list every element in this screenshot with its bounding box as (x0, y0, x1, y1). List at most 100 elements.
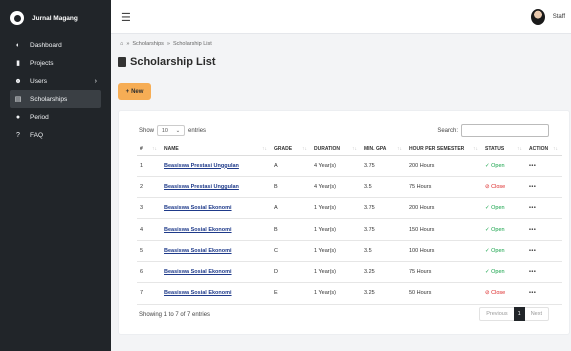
cell-name: Beasiswa Sosial Ekonomi (161, 218, 271, 241)
scholarship-table: # ↑↓ NAME ↑↓ GRADE ↑↓ DURATION ↑↓ MIN. GPA ↑… (137, 143, 562, 305)
hamburger-menu-icon[interactable]: ☰ (121, 11, 131, 24)
avatar[interactable] (531, 9, 545, 25)
sidebar-item-faq[interactable]: ? FAQ (10, 126, 101, 144)
cell-gpa: 3.5 (361, 176, 406, 199)
cell-hours: 200 Hours (406, 197, 482, 220)
table-row: 4 Beasiswa Sosial Ekonomi B 1 Year(s) 3.… (137, 218, 562, 241)
cell-status: ✓ Open (482, 218, 526, 241)
faq-icon: ? (16, 131, 20, 139)
column-header-hours[interactable]: HOUR PER SEMESTER ↑↓ (406, 143, 482, 156)
cell-grade: A (271, 155, 311, 177)
check-icon: ✓ (485, 269, 490, 276)
breadcrumb-item-scholarships[interactable]: Scholarships (132, 41, 164, 47)
table-row: 6 Beasiswa Sosial Ekonomi D 1 Year(s) 3.… (137, 261, 562, 284)
check-icon: ✓ (485, 162, 490, 169)
cell-hours: 150 Hours (406, 218, 482, 241)
cell-status: ✓ Open (482, 197, 526, 220)
brand[interactable]: Jurnal Magang (0, 0, 111, 36)
table-row: 2 Beasiswa Prestasi Unggulan B 4 Year(s)… (137, 176, 562, 199)
cell-hours: 100 Hours (406, 240, 482, 262)
table-row: 3 Beasiswa Sosial Ekonomi A 1 Year(s) 3.… (137, 197, 562, 220)
column-header-name[interactable]: NAME ↑↓ (161, 143, 271, 156)
scholarship-name-link[interactable]: Beasiswa Sosial Ekonomi (164, 269, 232, 275)
cell-duration: 1 Year(s) (311, 218, 361, 241)
breadcrumb: ⌂ » Scholarships » Scholarship List (120, 41, 212, 47)
action-menu-icon[interactable]: ••• (526, 197, 562, 220)
cell-status: ⊘ Close (482, 282, 526, 305)
action-menu-icon[interactable]: ••• (526, 261, 562, 284)
cell-no: 2 (137, 176, 161, 199)
cell-name: Beasiswa Sosial Ekonomi (161, 197, 271, 220)
pagination: Previous 1 Next (479, 307, 549, 321)
cell-gpa: 3.75 (361, 197, 406, 220)
action-menu-icon[interactable]: ••• (526, 155, 562, 177)
sidebar-item-dashboard[interactable]: ◐ Dashboard (10, 36, 101, 54)
sidebar-item-label: Scholarships (30, 95, 68, 103)
scholarship-name-link[interactable]: Beasiswa Sosial Ekonomi (164, 248, 232, 254)
action-menu-icon[interactable]: ••• (526, 218, 562, 241)
pagination-page-current[interactable]: 1 (513, 307, 525, 321)
column-header-duration[interactable]: DURATION ↑↓ (311, 143, 361, 156)
scholarship-name-link[interactable]: Beasiswa Sosial Ekonomi (164, 290, 232, 296)
sidebar-item-projects[interactable]: ▮ Projects (10, 54, 101, 72)
cell-hours: 200 Hours (406, 155, 482, 177)
action-menu-icon[interactable]: ••• (526, 176, 562, 199)
cell-duration: 1 Year(s) (311, 261, 361, 284)
cell-status: ✓ Open (482, 240, 526, 262)
column-header-no[interactable]: # ↑↓ (137, 143, 161, 156)
column-header-status[interactable]: STATUS ↑↓ (482, 143, 526, 156)
new-button[interactable]: + New (118, 83, 151, 100)
cell-duration: 1 Year(s) (311, 197, 361, 220)
column-header-action[interactable]: ACTION ↑↓ (526, 143, 562, 156)
cell-duration: 4 Year(s) (311, 176, 361, 199)
table-info: Showing 1 to 7 of 7 entries (139, 312, 211, 318)
column-header-min-gpa[interactable]: MIN. GPA ↑↓ (361, 143, 406, 156)
cell-status: ✓ Open (482, 261, 526, 284)
topbar: ☰ Staff (111, 0, 571, 34)
page-title-text: Scholarship List (130, 56, 216, 68)
sidebar-item-period[interactable]: ● Period (10, 108, 101, 126)
brand-logo-icon (10, 11, 24, 25)
scholarship-name-link[interactable]: Beasiswa Sosial Ekonomi (164, 227, 232, 233)
cell-gpa: 3.25 (361, 261, 406, 284)
table-header-row: # ↑↓ NAME ↑↓ GRADE ↑↓ DURATION ↑↓ MIN. GPA ↑… (137, 143, 562, 156)
scholarship-name-link[interactable]: Beasiswa Sosial Ekonomi (164, 205, 232, 211)
cell-grade: B (271, 218, 311, 241)
ban-icon: ⊘ (485, 183, 490, 190)
cell-name: Beasiswa Sosial Ekonomi (161, 261, 271, 284)
check-icon: ✓ (485, 247, 490, 254)
cell-no: 6 (137, 261, 161, 284)
cell-gpa: 3.75 (361, 155, 406, 177)
cell-grade: C (271, 240, 311, 262)
search-input[interactable] (461, 124, 549, 137)
search-label: Search: (437, 127, 458, 134)
scholarship-name-link[interactable]: Beasiswa Prestasi Unggulan (164, 163, 239, 169)
cell-duration: 1 Year(s) (311, 282, 361, 305)
page-length-select[interactable]: 10 ⌄ (157, 125, 186, 136)
home-icon[interactable]: ⌂ (120, 41, 123, 47)
page-length-control: Show 10 ⌄ entries (139, 125, 206, 136)
check-icon: ✓ (485, 226, 490, 233)
cell-duration: 4 Year(s) (311, 155, 361, 177)
cell-no: 4 (137, 218, 161, 241)
cell-grade: E (271, 282, 311, 305)
pagination-next[interactable]: Next (525, 307, 548, 321)
cell-grade: A (271, 197, 311, 220)
cell-no: 7 (137, 282, 161, 305)
show-label: Show (139, 127, 155, 134)
scholarship-table-card: Show 10 ⌄ entries Search: # ↑↓ NAME ↑↓ GR… (118, 110, 570, 335)
scholarship-name-link[interactable]: Beasiswa Prestasi Unggulan (164, 184, 239, 190)
sidebar-item-label: Users (30, 77, 47, 85)
column-header-grade[interactable]: GRADE ↑↓ (271, 143, 311, 156)
cell-name: Beasiswa Sosial Ekonomi (161, 282, 271, 305)
user-name[interactable]: Staff (553, 14, 565, 20)
action-menu-icon[interactable]: ••• (526, 240, 562, 262)
new-button-label: New (131, 88, 144, 95)
pagination-previous[interactable]: Previous (480, 307, 513, 321)
cell-hours: 75 Hours (406, 261, 482, 284)
ban-icon: ⊘ (485, 290, 490, 297)
action-menu-icon[interactable]: ••• (526, 282, 562, 305)
cell-gpa: 3.75 (361, 218, 406, 241)
sidebar-item-users[interactable]: ☻ Users › (10, 72, 101, 90)
sidebar-item-scholarships[interactable]: ▤ Scholarships (10, 90, 101, 108)
